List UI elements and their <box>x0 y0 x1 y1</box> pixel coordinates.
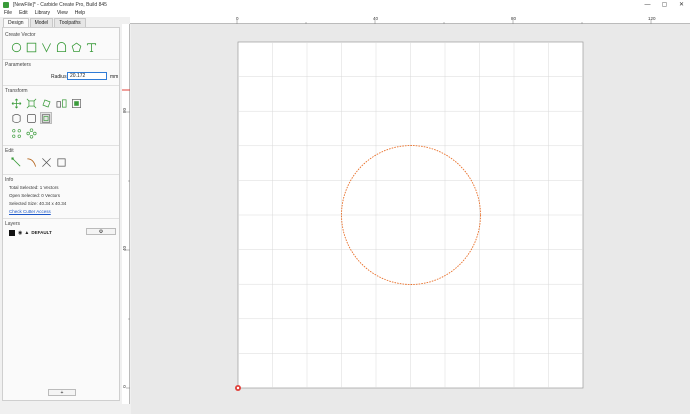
tab-design[interactable]: Design <box>3 18 29 27</box>
window-title: [NewFile]* - Carbide Create Pro, Build 8… <box>13 1 107 8</box>
rotate-icon[interactable] <box>40 97 52 109</box>
ruler-ticks <box>122 89 130 389</box>
section-parameters: Parameters <box>5 62 31 68</box>
lock-icon[interactable]: ▲ <box>24 230 29 236</box>
close-button[interactable]: ✕ <box>673 0 690 9</box>
open-selected: Open Selected: 0 Vectors <box>9 193 61 198</box>
design-workspace[interactable] <box>131 24 690 414</box>
mode-tabs: Design Model Toolpaths <box>3 18 87 27</box>
transform-tools-row-3 <box>10 127 40 139</box>
selected-size: Selected Size: 40.34 x 40.34 <box>9 201 67 206</box>
node-edit-icon[interactable] <box>10 156 22 168</box>
divider <box>3 174 119 175</box>
cut-icon[interactable] <box>40 156 52 168</box>
text-icon[interactable] <box>85 41 97 53</box>
circle-icon[interactable] <box>10 41 22 53</box>
bounding-box-icon[interactable] <box>55 156 67 168</box>
menu-help[interactable]: Help <box>75 10 85 16</box>
create-vector-tools <box>10 41 100 53</box>
divider <box>3 145 119 146</box>
layer-settings-button[interactable]: ⚙ <box>86 228 116 235</box>
radius-label: Radius: <box>51 74 68 80</box>
section-create-vector: Create Vector <box>5 32 36 38</box>
edit-tools <box>10 156 70 168</box>
divider <box>3 59 119 60</box>
arch-icon[interactable] <box>55 41 67 53</box>
horizontal-ruler: 0 40 80 120 <box>130 16 690 24</box>
ruler-ticks <box>236 20 652 24</box>
scale-icon[interactable] <box>25 97 37 109</box>
offset-icon[interactable] <box>10 112 22 124</box>
circular-array-icon[interactable] <box>25 127 37 139</box>
polygon-icon[interactable] <box>70 41 82 53</box>
origin-marker-center <box>236 386 240 390</box>
gear-icon: ⚙ <box>98 228 104 235</box>
transform-tools-row-1 <box>10 97 85 109</box>
vertical-ruler: 80 40 0 <box>122 24 130 404</box>
title-bar: [NewFile]* - Carbide Create Pro, Build 8… <box>0 0 690 9</box>
stock-canvas[interactable] <box>131 24 690 414</box>
array-icon[interactable] <box>10 127 22 139</box>
tab-model[interactable]: Model <box>29 18 54 27</box>
ruler-label-40: 40 <box>373 16 379 21</box>
app-logo-icon <box>3 1 9 8</box>
layer-color-swatch[interactable] <box>9 229 15 236</box>
eye-icon[interactable]: ◉ <box>18 230 22 236</box>
section-edit: Edit <box>5 148 14 154</box>
section-info: Info <box>5 177 14 183</box>
menu-file[interactable]: File <box>4 10 12 16</box>
tab-toolpaths[interactable]: Toolpaths <box>54 18 86 27</box>
polyline-icon[interactable] <box>40 41 52 53</box>
radius-input[interactable] <box>67 72 107 80</box>
ruler-label-120: 120 <box>648 16 656 21</box>
ruler-label-40-v: 40 <box>122 245 128 252</box>
divider <box>3 85 119 86</box>
design-panel: Create Vector Parameters Radius: mm Tran… <box>2 27 120 401</box>
menu-library[interactable]: Library <box>35 10 50 16</box>
layer-name: DEFAULT <box>31 230 52 235</box>
minimize-button[interactable]: — <box>639 0 656 9</box>
divider <box>3 218 119 219</box>
check-cutter-access-link[interactable]: Check Cutter Access <box>9 209 51 214</box>
add-layer-button[interactable]: + <box>48 389 76 396</box>
ruler-label-0-v: 0 <box>121 385 127 388</box>
ruler-label-80: 80 <box>511 16 517 21</box>
boolean-icon[interactable] <box>25 112 37 124</box>
total-selected: Total Selected: 1 Vectors <box>9 185 59 190</box>
align-icon[interactable] <box>70 97 82 109</box>
trim-icon[interactable] <box>25 156 37 168</box>
ruler-label-0: 0 <box>236 16 239 21</box>
mirror-icon[interactable] <box>55 97 67 109</box>
fillet-icon[interactable] <box>40 112 52 124</box>
section-transform: Transform <box>5 88 28 94</box>
layer-row[interactable]: ◉ ▲ DEFAULT ⚙ <box>6 228 118 237</box>
radius-unit: mm <box>110 74 119 80</box>
menu-view[interactable]: View <box>57 10 68 16</box>
section-layers: Layers <box>5 221 21 227</box>
ruler-label-80-v: 80 <box>122 107 128 114</box>
transform-tools-row-2 <box>10 112 55 124</box>
menu-edit[interactable]: Edit <box>19 10 28 16</box>
maximize-button[interactable]: ▢ <box>656 0 673 9</box>
move-icon[interactable] <box>10 97 22 109</box>
rectangle-icon[interactable] <box>25 41 37 53</box>
